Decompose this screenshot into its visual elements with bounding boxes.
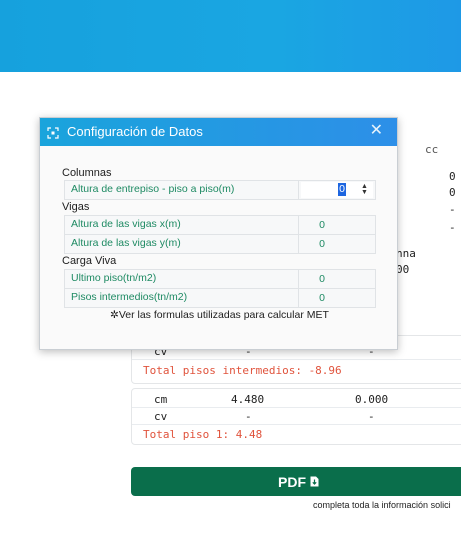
field-label: Altura de entrepiso - piso a piso(m)	[71, 183, 235, 195]
field-label: Altura de las vigas y(m)	[71, 237, 181, 249]
row-value: -	[368, 410, 375, 423]
settings-grid-icon	[47, 126, 59, 139]
spinner-icon[interactable]: ▲ ▼	[361, 183, 368, 196]
pdf-note: completa toda la información solici	[313, 500, 451, 510]
dialog-header: Configuración de Datos ✕	[40, 118, 397, 146]
field-altura-vigas-y: Altura de las vigas y(m) 0	[64, 234, 376, 254]
section-label-vigas: Vigas	[62, 201, 90, 213]
pisos-intermedios-input[interactable]: 0	[315, 292, 329, 304]
total-intermedios: Total pisos intermedios: -8.96	[143, 364, 342, 377]
divider	[132, 407, 461, 408]
table-value: -	[449, 221, 456, 234]
formula-link[interactable]: ✲Ver las formulas utilizadas para calcul…	[110, 309, 329, 321]
row-value: 4.480	[231, 393, 265, 406]
divider	[132, 359, 461, 360]
section-label-carga-viva: Carga Viva	[62, 255, 117, 267]
field-altura-entrepiso: Altura de entrepiso - piso a piso(m) 0 ▲…	[64, 180, 376, 200]
table-value: 0	[449, 170, 456, 183]
close-icon[interactable]: ✕	[370, 122, 383, 140]
pdf-button-label: PDF	[278, 473, 306, 490]
field-label: Altura de las vigas x(m)	[71, 218, 181, 230]
row-value: 0.000	[355, 393, 389, 406]
ultimo-piso-input[interactable]: 0	[315, 273, 329, 285]
file-download-icon	[310, 474, 319, 490]
field-altura-vigas-x: Altura de las vigas x(m) 0	[64, 215, 376, 235]
divider	[132, 424, 461, 425]
altura-vigas-y-input[interactable]: 0	[315, 238, 329, 250]
table-fragment: nna	[396, 247, 416, 260]
table-value: -	[449, 203, 456, 216]
pdf-button[interactable]: PDF	[131, 467, 461, 496]
field-ultimo-piso: Ultimo piso(tn/m2) 0	[64, 269, 376, 289]
altura-vigas-x-input[interactable]: 0	[315, 219, 329, 231]
total-piso1: Total piso 1: 4.48	[143, 428, 263, 441]
table-value: 0	[449, 186, 456, 199]
field-label: Pisos intermedios(tn/m2)	[71, 291, 188, 303]
row-value: -	[245, 410, 252, 423]
section-label-columnas: Columnas	[62, 167, 112, 179]
field-label: Ultimo piso(tn/m2)	[71, 272, 157, 284]
results-card-piso1: cm 4.480 0.000 cv - - Total piso 1: 4.48	[131, 388, 461, 445]
row-label-cv: cv	[154, 410, 168, 423]
dialog-title: Configuración de Datos	[67, 124, 203, 139]
formula-link-label: Ver las formulas utilizadas para calcula…	[118, 309, 329, 321]
column-header-cc: cc	[425, 143, 439, 156]
field-value-selected: 0	[338, 183, 346, 196]
top-header-bar	[0, 0, 461, 72]
field-pisos-intermedios: Pisos intermedios(tn/m2) 0	[64, 288, 376, 308]
config-dialog: Configuración de Datos ✕ Columnas Altura…	[39, 117, 398, 350]
sparkle-icon: ✲	[110, 309, 119, 321]
row-label-cm: cm	[154, 393, 168, 406]
